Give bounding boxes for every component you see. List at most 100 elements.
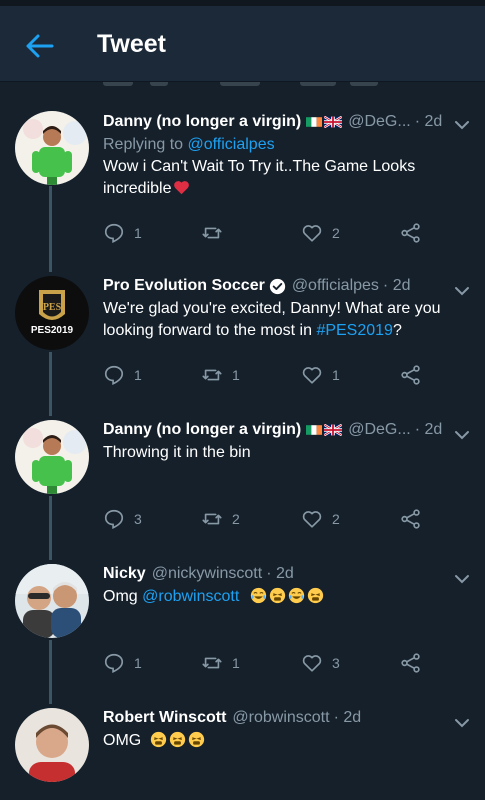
weary-face-emoji-icon	[169, 731, 185, 748]
reply-icon	[104, 653, 124, 673]
avatar[interactable]	[15, 111, 89, 185]
share-button[interactable]	[400, 363, 422, 387]
like-button[interactable]: 3	[301, 651, 340, 675]
timestamp: · 2d	[414, 113, 443, 130]
tweet-text-content: Omg	[103, 588, 143, 605]
tweet-header: Danny (no longer a virgin) @DeG... · 2d	[103, 420, 445, 440]
hashtag-link[interactable]: #PES2019	[316, 322, 393, 339]
tweet-text: Throwing it in the bin	[103, 442, 445, 464]
red-heart-emoji-icon	[174, 181, 190, 195]
retweet-count: 1	[232, 367, 240, 383]
share-button[interactable]	[400, 221, 422, 245]
reply-count: 1	[134, 655, 142, 671]
heart-icon	[302, 367, 322, 384]
reply-button[interactable]: 1	[103, 651, 142, 675]
username[interactable]: @DeG...	[348, 420, 410, 440]
tweet[interactable]: PES PES2019 Pro Evolution Soccer @offici…	[0, 260, 485, 404]
share-button[interactable]	[400, 507, 422, 531]
timestamp: · 2d	[414, 421, 443, 438]
reply-icon	[104, 365, 124, 385]
like-count: 3	[332, 655, 340, 671]
share-icon	[401, 653, 420, 673]
timestamp: · 2d	[333, 709, 362, 726]
display-name[interactable]: Danny (no longer a virgin)	[103, 420, 301, 440]
reply-button[interactable]: 1	[103, 363, 142, 387]
username[interactable]: @DeG...	[348, 112, 410, 132]
timestamp: · 2d	[266, 565, 294, 582]
username[interactable]: @robwinscott	[232, 708, 329, 728]
replying-to: Replying to @officialpes	[103, 134, 445, 156]
username[interactable]: @nickywinscott	[152, 564, 263, 584]
page-title: Tweet	[97, 30, 166, 58]
tweet-menu-chevron-icon[interactable]	[453, 282, 471, 300]
display-name[interactable]: Nicky	[103, 564, 146, 584]
thread-line	[49, 352, 52, 404]
share-icon	[401, 223, 420, 243]
avatar[interactable]	[15, 564, 89, 638]
tweet-actions: 1 1 1	[103, 363, 433, 387]
reply-button[interactable]: 3	[103, 507, 142, 531]
thread-line	[49, 496, 52, 548]
tweet-menu-chevron-icon[interactable]	[453, 570, 471, 588]
tweet[interactable]: Danny (no longer a virgin) @DeG... · 2d …	[0, 404, 485, 548]
retweet-button[interactable]: 2	[201, 507, 240, 531]
avatar[interactable]	[15, 420, 89, 494]
like-button[interactable]: 2	[301, 221, 340, 245]
ireland-flag-icon	[306, 117, 323, 127]
reply-icon	[104, 223, 124, 243]
tears-of-joy-emoji-icon	[288, 587, 304, 604]
avatar[interactable]: PES PES2019	[15, 276, 89, 350]
mention-link[interactable]: @robwinscott	[142, 588, 239, 605]
reply-button[interactable]: 1	[103, 221, 142, 245]
reply-icon	[104, 509, 124, 529]
like-count: 2	[332, 511, 340, 527]
share-icon	[401, 365, 420, 385]
tweet-text: Wow i Can't Wait To Try it..The Game Loo…	[103, 156, 445, 200]
share-icon	[401, 509, 420, 529]
tweet-menu-chevron-icon[interactable]	[453, 116, 471, 134]
display-name[interactable]: Pro Evolution Soccer	[103, 276, 265, 296]
retweet-button[interactable]: 1	[201, 363, 240, 387]
like-button[interactable]: 2	[301, 507, 340, 531]
thread-line	[49, 260, 52, 272]
thread-line	[49, 186, 52, 260]
replying-to-label: Replying to	[103, 136, 184, 153]
thread-line	[49, 640, 52, 692]
display-name[interactable]: Robert Winscott	[103, 708, 226, 728]
like-button[interactable]: 1	[301, 363, 340, 387]
tweet[interactable]: Danny (no longer a virgin) @DeG... · 2d …	[0, 94, 485, 260]
top-app-bar: Tweet	[0, 6, 485, 82]
tweet-text: We're glad you're excited, Danny! What a…	[103, 298, 445, 342]
tweet-header: Robert Winscott @robwinscott · 2d	[103, 708, 445, 728]
tweet-text-content: Throwing it in the bin	[103, 444, 251, 461]
tweet-header: Danny (no longer a virgin) @DeG... · 2d	[103, 112, 445, 132]
tweet-text-end: ?	[392, 322, 402, 339]
tears-of-joy-emoji-icon	[250, 587, 266, 604]
previous-tweet-peek	[0, 82, 485, 94]
tweet-text: Omg @robwinscott	[103, 586, 445, 608]
avatar-logo-text: PES2019	[31, 325, 74, 336]
username[interactable]: @officialpes	[292, 276, 379, 296]
back-button[interactable]	[20, 26, 60, 66]
tweet-actions: 3 2 2	[103, 507, 433, 531]
thread-line	[49, 404, 52, 416]
tweet-menu-chevron-icon[interactable]	[453, 426, 471, 444]
retweet-button[interactable]	[201, 221, 232, 245]
display-name[interactable]: Danny (no longer a virgin)	[103, 112, 301, 132]
tweet-menu-chevron-icon[interactable]	[453, 714, 471, 732]
retweet-count: 1	[232, 655, 240, 671]
back-arrow-icon	[26, 34, 54, 58]
weary-face-emoji-icon	[188, 731, 204, 748]
retweet-button[interactable]: 1	[201, 651, 240, 675]
tweet-actions: 1 2	[103, 221, 433, 245]
avatar[interactable]	[15, 708, 89, 782]
retweet-icon	[202, 227, 222, 239]
share-button[interactable]	[400, 651, 422, 675]
tweet[interactable]: Nicky @nickywinscott · 2d Omg @robwinsco…	[0, 548, 485, 692]
tweet-header: Nicky @nickywinscott · 2d	[103, 564, 445, 584]
verified-badge-icon	[269, 278, 285, 294]
retweet-count: 2	[232, 511, 240, 527]
replying-to-handle[interactable]: @officialpes	[188, 136, 275, 153]
tweet[interactable]: Robert Winscott @robwinscott · 2d OMG	[0, 692, 485, 798]
like-count: 1	[332, 367, 340, 383]
